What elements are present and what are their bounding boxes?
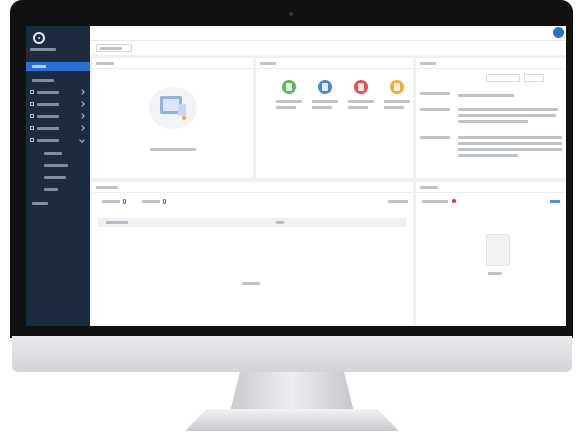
sidebar-item-3[interactable] (30, 100, 86, 109)
sidebar-item-4[interactable] (30, 112, 86, 121)
tab-strip (90, 40, 566, 55)
chart-icon (30, 126, 34, 130)
sidebar-item-6[interactable] (30, 136, 86, 145)
quick-action-2[interactable] (310, 80, 340, 120)
panel-todo (92, 182, 413, 326)
badge-count (163, 199, 166, 204)
panel-user (92, 58, 253, 178)
doc-icon (354, 80, 368, 94)
avatar-icon[interactable] (553, 27, 564, 38)
table-header (98, 218, 406, 227)
sidebar-item-7[interactable] (32, 202, 48, 205)
chevron-icon (79, 113, 85, 119)
more-link[interactable] (550, 200, 560, 203)
sidebar (26, 26, 90, 326)
sub-item[interactable] (44, 152, 62, 155)
top-header (90, 26, 566, 40)
sidebar-item-selected[interactable] (26, 62, 90, 71)
panel-notices (416, 58, 566, 178)
sub-item[interactable] (44, 188, 58, 191)
unread-dot (452, 199, 456, 203)
sub-item[interactable] (44, 164, 68, 167)
camera-icon (289, 12, 293, 16)
date-select[interactable] (486, 74, 520, 82)
panel-quick-actions (256, 58, 413, 178)
quick-action-3[interactable] (346, 80, 376, 120)
more-link[interactable] (388, 200, 408, 203)
badge-count (123, 199, 126, 204)
doc-icon (318, 80, 332, 94)
logo-icon (33, 32, 45, 44)
chevron-down-icon (79, 137, 85, 143)
folder-icon (30, 114, 34, 118)
sidebar-item-1[interactable] (30, 76, 86, 85)
screen (26, 26, 566, 326)
monitor-base (185, 409, 399, 431)
quick-action-4[interactable] (382, 80, 412, 120)
monitor-chin (12, 336, 572, 372)
sidebar-item-5[interactable] (30, 124, 86, 133)
tab-done[interactable] (142, 198, 170, 206)
tab-home[interactable] (96, 44, 132, 52)
panel-user-caption (150, 148, 196, 151)
empty-box-icon (486, 234, 510, 266)
chevron-icon (79, 125, 85, 131)
doc-icon (30, 102, 34, 106)
doc-icon (390, 80, 404, 94)
grid-icon (30, 90, 34, 94)
app-name (30, 48, 56, 51)
panel-messages (416, 182, 566, 326)
empty-text (242, 282, 260, 285)
monitor-stand (230, 372, 354, 412)
sidebar-item-2[interactable] (30, 88, 86, 97)
settings-icon (30, 138, 34, 142)
illustration-icon (149, 87, 197, 129)
chevron-icon (79, 101, 85, 107)
chevron-icon (79, 89, 85, 95)
filter-select[interactable] (524, 74, 544, 82)
empty-text (488, 272, 502, 275)
doc-icon (282, 80, 296, 94)
sub-item[interactable] (44, 176, 66, 179)
quick-action-1[interactable] (274, 80, 304, 120)
tab-todo[interactable] (102, 198, 130, 206)
